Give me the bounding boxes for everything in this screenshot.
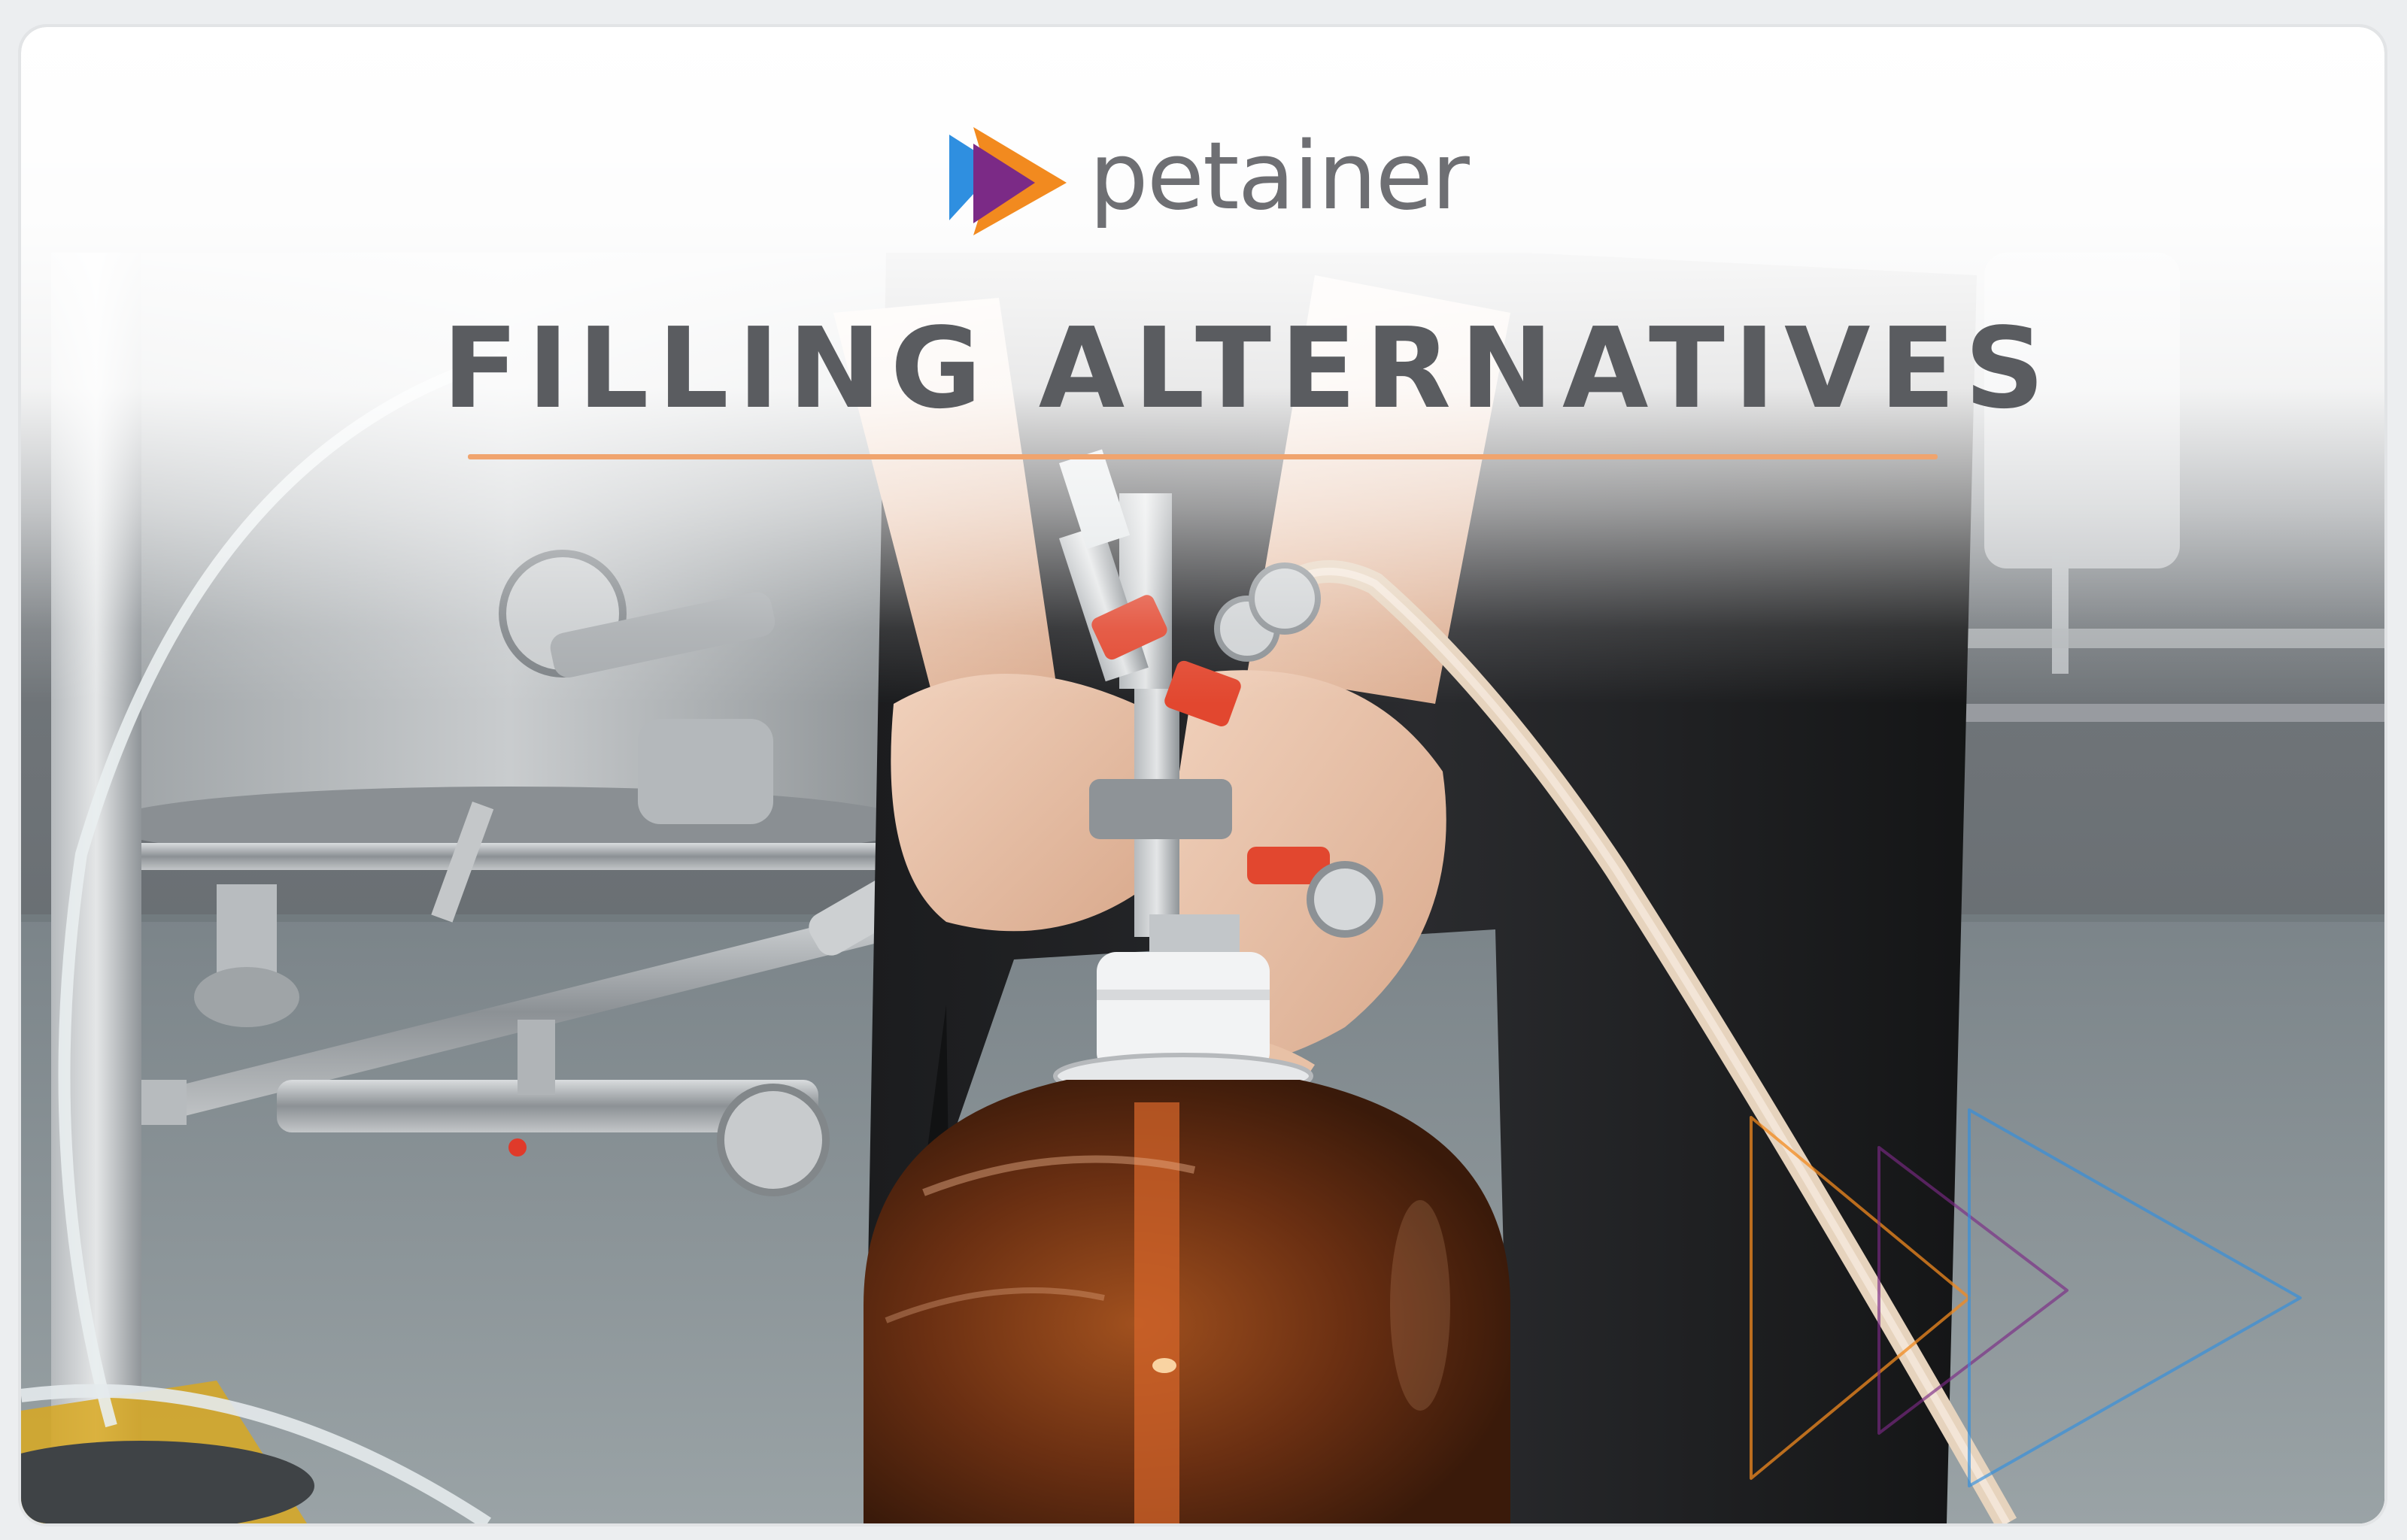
brand-wordmark: petainer bbox=[1089, 123, 1470, 231]
petainer-play-triangles-logo-icon bbox=[949, 127, 1067, 235]
page-title: FILLING ALTERNATIVES bbox=[442, 304, 2054, 433]
play-triangles-watermark-icon bbox=[1750, 1108, 2302, 1487]
petainer-logo: petainer bbox=[946, 117, 1470, 245]
banner-card: petainer FILLING ALTERNATIVES bbox=[21, 27, 2384, 1523]
title-underline bbox=[468, 454, 1938, 459]
